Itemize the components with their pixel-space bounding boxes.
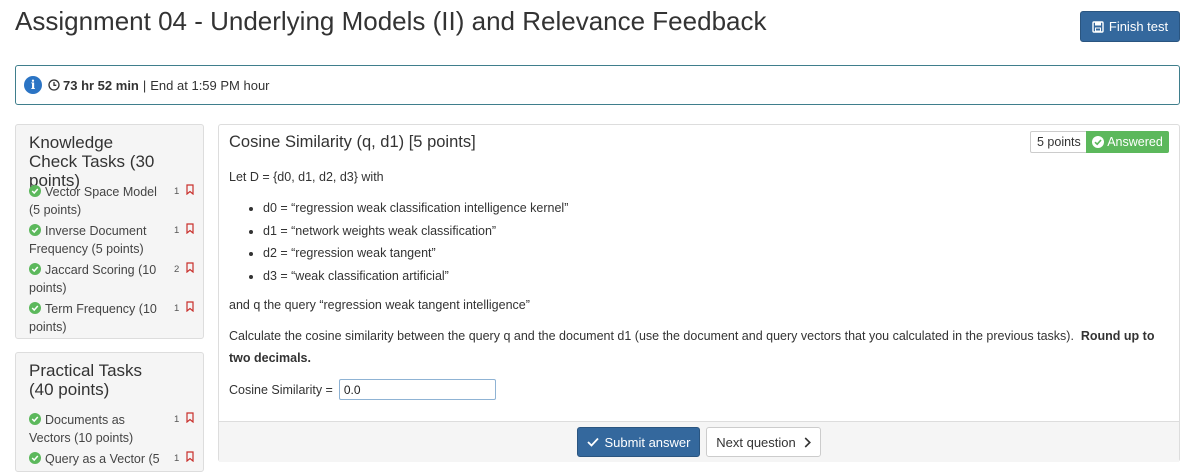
practical-tasks-title: Practical Tasks (40 points) [29,361,143,399]
submit-answer-label: Submit answer [604,434,691,450]
query-line: and q the query “regression weak tangent… [229,298,530,312]
task-label: Documents as Vectors (10 points) [29,413,134,445]
task-term-frequency[interactable]: Term Frequency (10 points) 1 [29,300,199,336]
task-label: Inverse Document Frequency (5 points) [29,224,147,256]
bookmark-icon[interactable] [186,223,194,234]
question-points: 5 points [1030,131,1088,153]
answered-badge: Answered [1086,131,1169,153]
cosine-similarity-input[interactable] [338,379,496,400]
task-points: 1 [174,186,180,197]
document-list: d0 = “regression weak classification int… [229,197,1169,287]
task-vector-space-model[interactable]: Vector Space Model (5 points) 1 [29,183,199,219]
task-query-as-a-vector[interactable]: Query as a Vector (5 1 [29,450,199,468]
completed-check-icon [29,452,41,464]
task-label: Query as a Vector (5 [45,452,160,466]
instruction-text: Calculate the cosine similarity between … [229,329,1074,343]
document-item: d3 = “weak classification artificial” [263,265,1169,288]
completed-check-icon [29,185,41,197]
checkmark-icon [586,437,599,447]
answer-row: Cosine Similarity = [229,379,1169,400]
task-points: 2 [174,264,180,275]
task-points: 1 [174,303,180,314]
time-remaining: 73 hr 52 min [63,77,139,93]
task-label: Jaccard Scoring (10 points) [29,263,157,295]
info-icon: i [24,76,42,94]
question-panel: Cosine Similarity (q, d1) [5 points] 5 p… [218,124,1180,462]
check-circle-icon [1092,136,1105,148]
question-footer: Submit answer Next question [219,421,1179,462]
page-title: Assignment 04 - Underlying Models (II) a… [15,6,767,36]
task-points: 1 [174,453,180,464]
finish-test-label: Finish test [1108,19,1169,34]
end-time: End at 1:59 PM hour [150,77,270,93]
timer-info-bar: i 73 hr 52 min | End at 1:59 PM hour [15,65,1180,105]
practical-tasks-panel: Practical Tasks (40 points) Documents as… [15,352,204,472]
completed-check-icon [29,224,41,236]
separator: | [142,77,147,93]
task-documents-as-vectors[interactable]: Documents as Vectors (10 points) 1 [29,411,199,447]
answered-label: Answered [1107,135,1163,149]
task-label: Vector Space Model (5 points) [29,185,157,217]
chevron-right-icon [804,436,811,448]
knowledge-check-panel: Knowledge Check Tasks (30 points) Vector… [15,124,204,339]
question-body: Let D = {d0, d1, d2, d3} with d0 = “regr… [229,167,1169,400]
task-points: 1 [174,225,180,236]
submit-answer-button[interactable]: Submit answer [577,427,700,457]
completed-check-icon [29,302,41,314]
save-icon [1092,20,1104,33]
question-instruction: Calculate the cosine similarity between … [229,325,1169,369]
task-label: Term Frequency (10 points) [29,302,157,334]
document-item: d1 = “network weights weak classificatio… [263,220,1169,243]
answer-label: Cosine Similarity = [229,382,333,397]
bookmark-icon[interactable] [186,451,194,462]
completed-check-icon [29,263,41,275]
task-points: 1 [174,414,180,425]
question-title: Cosine Similarity (q, d1) [5 points] [229,133,476,151]
finish-test-button[interactable]: Finish test [1080,11,1180,42]
clock-icon [48,79,60,91]
task-jaccard-scoring[interactable]: Jaccard Scoring (10 points) 2 [29,261,199,297]
next-question-button[interactable]: Next question [706,427,821,457]
bookmark-icon[interactable] [186,301,194,312]
bookmark-icon[interactable] [186,184,194,195]
next-question-label: Next question [716,434,796,450]
question-intro: Let D = {d0, d1, d2, d3} with [229,170,384,184]
knowledge-check-title: Knowledge Check Tasks (30 points) [29,133,155,190]
document-item: d2 = “regression weak tangent” [263,242,1169,265]
completed-check-icon [29,413,41,425]
task-inverse-document-frequency[interactable]: Inverse Document Frequency (5 points) 1 [29,222,199,258]
bookmark-icon[interactable] [186,412,194,423]
bookmark-icon[interactable] [186,262,194,273]
document-item: d0 = “regression weak classification int… [263,197,1169,220]
